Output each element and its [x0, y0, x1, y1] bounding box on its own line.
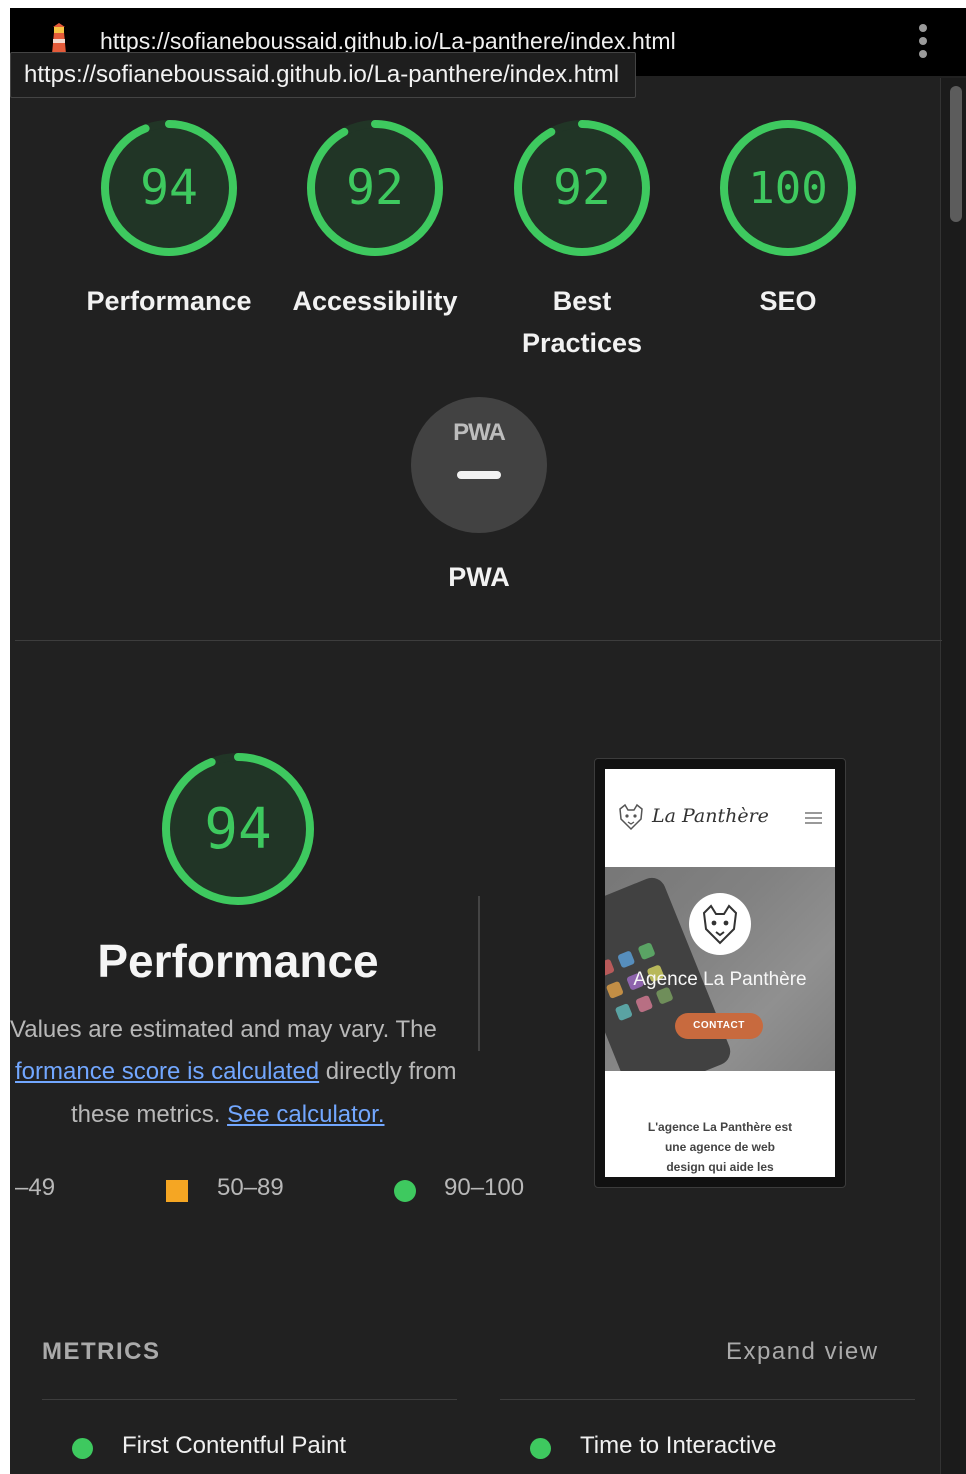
pwa-badge-text: PWA	[453, 419, 506, 446]
label-best-practices-line1: Best	[552, 286, 612, 316]
expand-view-toggle[interactable]: Expand view	[726, 1338, 879, 1366]
performance-description-line2-rest: directly from	[319, 1058, 457, 1085]
label-best-practices[interactable]: Best Practices	[482, 280, 682, 364]
preview-header: La Panthère	[605, 769, 835, 867]
metrics-heading: METRICS	[42, 1338, 161, 1365]
final-screenshot-preview[interactable]: La Panthère Agence La Panthère CONTACT L…	[594, 758, 846, 1188]
scrollbar-track[interactable]	[940, 78, 966, 1474]
preview-body-line1: L'agence La Panthère est	[647, 1120, 793, 1134]
see-calculator-link[interactable]: See calculator.	[227, 1101, 384, 1128]
lighthouse-report: https://sofianeboussaid.github.io/La-pan…	[10, 8, 966, 1474]
label-performance[interactable]: Performance	[69, 280, 269, 322]
section-divider	[15, 640, 942, 641]
average-square-icon	[166, 1180, 188, 1202]
label-accessibility[interactable]: Accessibility	[275, 280, 475, 322]
gauge-best-practices[interactable]: 92	[512, 118, 652, 258]
metric-time-to-interactive: Time to Interactive	[580, 1432, 777, 1459]
vertical-divider	[478, 896, 480, 1051]
performance-description-line2: formance score is calculated directly fr…	[15, 1058, 457, 1086]
url-tooltip: https://sofianeboussaid.github.io/La-pan…	[10, 52, 637, 98]
hero-panther-icon	[689, 893, 751, 955]
label-pwa[interactable]: PWA	[379, 556, 579, 598]
legend-pass: 90–100	[444, 1174, 525, 1201]
pass-dot-icon	[394, 1180, 416, 1202]
preview-body-line3: design qui aide les	[666, 1160, 774, 1174]
gauge-performance-large: 94	[160, 751, 316, 907]
kebab-menu-icon[interactable]	[913, 24, 933, 64]
preview-hero: Agence La Panthère CONTACT	[605, 867, 835, 1071]
metrics-divider-left	[42, 1399, 457, 1400]
preview-body-line2: une agence de web	[664, 1140, 776, 1154]
gauge-score: 92	[553, 160, 611, 216]
preview-page: La Panthère Agence La Panthère CONTACT L…	[605, 769, 835, 1177]
preview-contact-button: CONTACT	[675, 1013, 763, 1039]
performance-title: Performance	[97, 935, 379, 987]
label-best-practices-line2: Practices	[521, 328, 643, 358]
panther-logo-icon	[619, 803, 643, 831]
gauge-score: 94	[140, 160, 198, 216]
performance-description-line3-text: these metrics.	[71, 1101, 221, 1128]
score-calculated-link[interactable]: formance score is calculated	[15, 1058, 319, 1085]
gauge-seo[interactable]: 100	[718, 118, 858, 258]
pwa-badge[interactable]: PWA	[411, 397, 547, 533]
pass-dot-icon	[530, 1438, 551, 1459]
report-url[interactable]: https://sofianeboussaid.github.io/La-pan…	[100, 28, 676, 55]
legend-average: 50–89	[217, 1174, 284, 1201]
pass-dot-icon	[72, 1438, 93, 1459]
gauge-performance[interactable]: 94	[99, 118, 239, 258]
metrics-divider-right	[500, 1399, 915, 1400]
pwa-dash-icon	[457, 471, 501, 479]
preview-brand: La Panthère	[652, 805, 769, 827]
legend-fail: –49	[15, 1174, 56, 1201]
hamburger-menu-icon	[805, 812, 822, 824]
gauge-score: 100	[748, 162, 828, 214]
lighthouse-icon	[48, 23, 70, 55]
gauge-accessibility[interactable]: 92	[305, 118, 445, 258]
performance-description-line1: Values are estimated and may vary. The	[10, 1016, 437, 1043]
label-seo[interactable]: SEO	[688, 280, 888, 322]
metric-first-contentful-paint: First Contentful Paint	[122, 1432, 347, 1459]
preview-hero-title: Agence La Panthère	[633, 969, 807, 990]
preview-body-text: L'agence La Panthère est une agence de w…	[605, 1117, 835, 1177]
performance-description-line3: these metrics. See calculator.	[71, 1101, 385, 1129]
gauge-score: 92	[346, 160, 404, 216]
gauge-score: 94	[204, 796, 272, 862]
scrollbar-thumb[interactable]	[950, 86, 962, 222]
